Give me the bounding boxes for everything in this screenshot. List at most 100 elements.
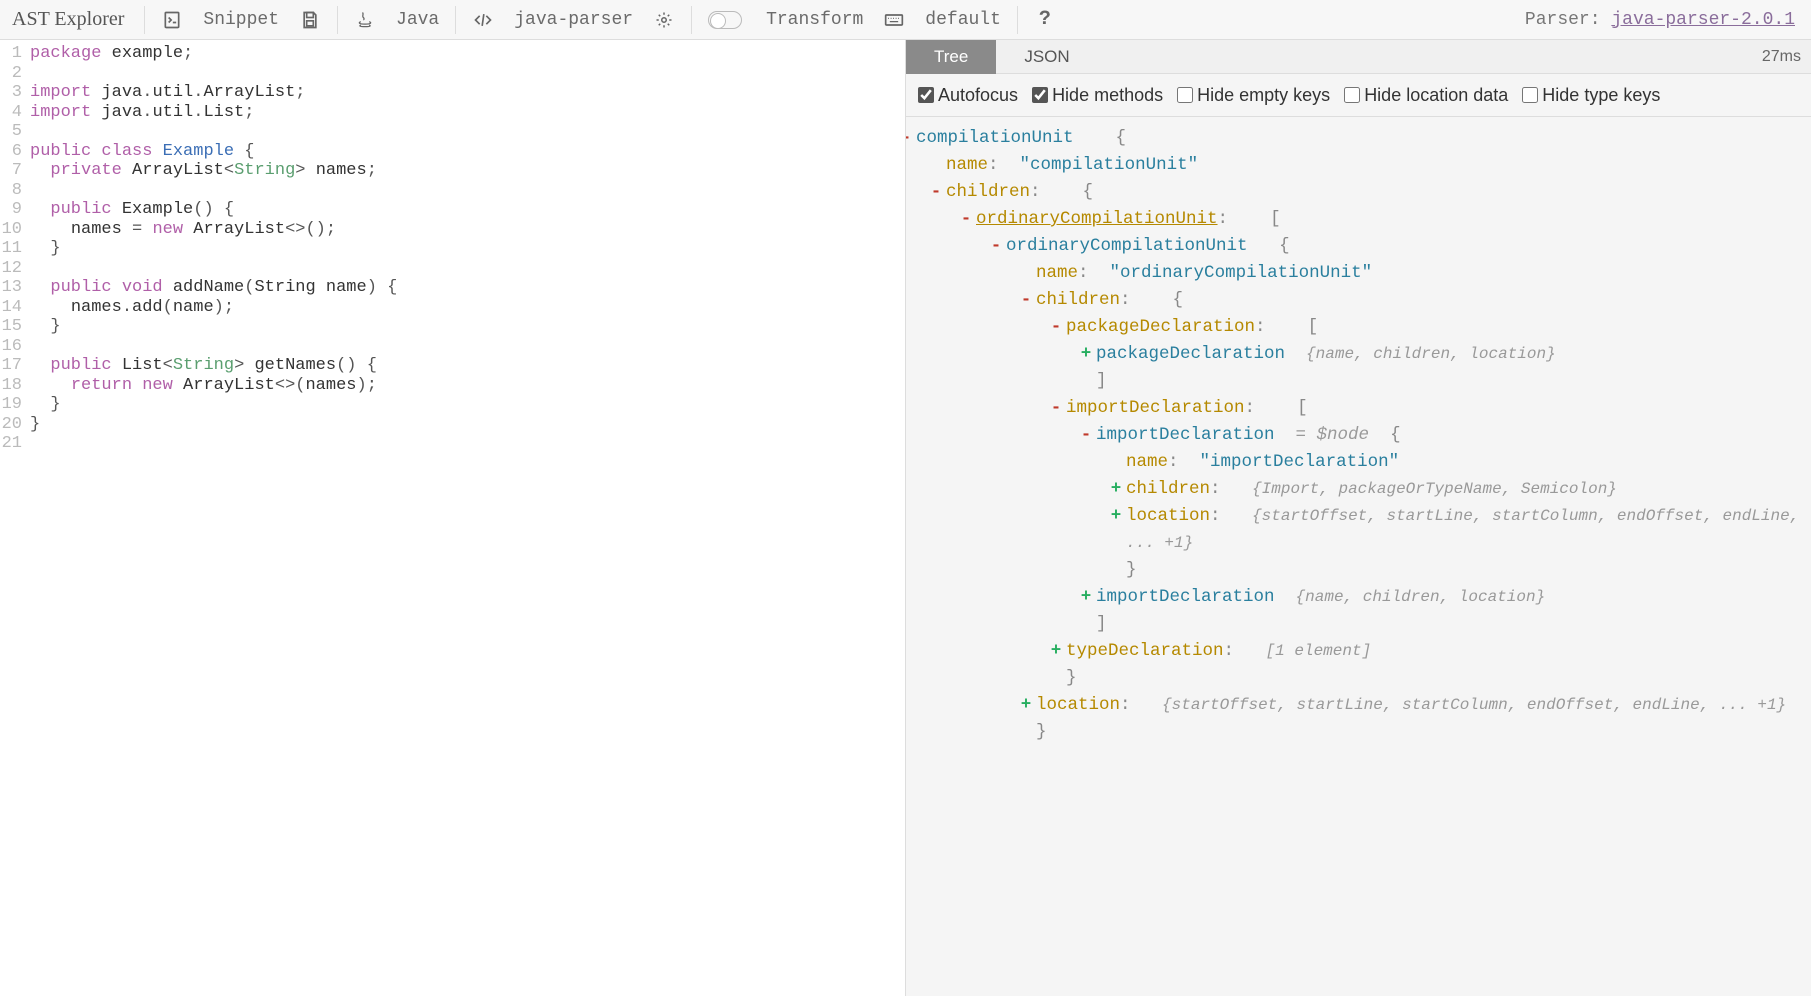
line-number: 16 — [0, 337, 30, 357]
transform-button[interactable]: Transform — [756, 0, 873, 40]
line-number: 11 — [0, 239, 30, 259]
ast-tree[interactable]: - compilationUnit { name: "compilationUn… — [906, 117, 1811, 766]
code-line[interactable]: 4import java.util.List; — [0, 103, 905, 123]
code-line[interactable]: 3import java.util.ArrayList; — [0, 83, 905, 103]
expand-toggle[interactable]: + — [1048, 638, 1064, 665]
code-line[interactable]: 17 public List<String> getNames() { — [0, 356, 905, 376]
line-number: 20 — [0, 415, 30, 435]
separator — [1017, 6, 1018, 34]
code-line[interactable]: 21 — [0, 434, 905, 454]
opt-hide-methods[interactable]: Hide methods — [1032, 82, 1163, 108]
code-line[interactable]: 2 — [0, 64, 905, 84]
line-number: 13 — [0, 278, 30, 298]
line-number: 12 — [0, 259, 30, 279]
line-number: 21 — [0, 434, 30, 454]
opt-hide-empty[interactable]: Hide empty keys — [1177, 82, 1330, 108]
code-line[interactable]: 1package example; — [0, 44, 905, 64]
collapse-toggle[interactable]: - — [906, 125, 914, 152]
collapse-toggle[interactable]: - — [1078, 422, 1094, 449]
code-line[interactable]: 16 — [0, 337, 905, 357]
opt-autofocus[interactable]: Autofocus — [918, 82, 1018, 108]
transform-toggle[interactable] — [698, 0, 756, 40]
code-line[interactable]: 5 — [0, 122, 905, 142]
line-number: 1 — [0, 44, 30, 64]
expand-toggle[interactable]: + — [1078, 341, 1094, 368]
opt-hide-type[interactable]: Hide type keys — [1522, 82, 1660, 108]
code-line[interactable]: 14 names.add(name); — [0, 298, 905, 318]
parser-settings-icon[interactable] — [643, 0, 685, 40]
tree-node[interactable]: packageDeclaration — [1096, 344, 1285, 364]
code-line[interactable]: 7 private ArrayList<String> names; — [0, 161, 905, 181]
tree-key: children — [946, 182, 1030, 202]
separator — [691, 6, 692, 34]
collapse-toggle[interactable]: - — [928, 179, 944, 206]
tree-key: location — [1126, 506, 1210, 526]
code-line[interactable]: 9 public Example() { — [0, 200, 905, 220]
code-editor[interactable]: 1package example;23import java.util.Arra… — [0, 40, 906, 996]
code-line[interactable]: 18 return new ArrayList<>(names); — [0, 376, 905, 396]
code-line[interactable]: 20} — [0, 415, 905, 435]
tree-key: name — [1036, 263, 1078, 283]
save-icon[interactable] — [289, 0, 331, 40]
code-line[interactable]: 6public class Example { — [0, 142, 905, 162]
ast-panel: Tree JSON 27ms Autofocus Hide methods Hi… — [906, 40, 1811, 996]
code-line[interactable]: 13 public void addName(String name) { — [0, 278, 905, 298]
parser-info: Parser: java-parser-2.0.1 — [1525, 10, 1803, 30]
tree-hint: {name, children, location} — [1306, 345, 1556, 363]
preset-button[interactable]: default — [915, 0, 1011, 40]
code-line[interactable]: 8 — [0, 181, 905, 201]
main-split: 1package example;23import java.util.Arra… — [0, 40, 1811, 996]
tree-value: "compilationUnit" — [1020, 155, 1199, 175]
tree-node[interactable]: importDeclaration — [1096, 587, 1275, 607]
app-logo[interactable]: AST Explorer — [8, 8, 138, 31]
separator — [455, 6, 456, 34]
parser-version-link[interactable]: java-parser-2.0.1 — [1611, 10, 1795, 30]
line-number: 2 — [0, 64, 30, 84]
code-line[interactable]: 11 } — [0, 239, 905, 259]
tree-node[interactable]: compilationUnit — [916, 128, 1074, 148]
tree-key: importDeclaration — [1066, 398, 1245, 418]
tree-node[interactable]: ordinaryCompilationUnit — [1006, 236, 1248, 256]
separator — [337, 6, 338, 34]
tree-key-link[interactable]: ordinaryCompilationUnit — [976, 209, 1218, 229]
tree-key: packageDeclaration — [1066, 317, 1255, 337]
snippet-icon[interactable] — [151, 0, 193, 40]
java-logo-icon[interactable] — [344, 0, 386, 40]
tree-hint: [1 element] — [1266, 642, 1372, 660]
line-number: 10 — [0, 220, 30, 240]
tree-hint: {name, children, location} — [1296, 588, 1546, 606]
help-icon[interactable]: ? — [1024, 0, 1066, 40]
code-line[interactable]: 12 — [0, 259, 905, 279]
tree-node[interactable]: importDeclaration — [1096, 425, 1275, 445]
line-number: 15 — [0, 317, 30, 337]
collapse-toggle[interactable]: - — [1048, 314, 1064, 341]
tree-value: "importDeclaration" — [1200, 452, 1400, 472]
output-tabs: Tree JSON 27ms — [906, 40, 1811, 74]
expand-toggle[interactable]: + — [1108, 503, 1124, 530]
line-number: 9 — [0, 200, 30, 220]
expand-toggle[interactable]: + — [1018, 692, 1034, 719]
expand-toggle[interactable]: + — [1078, 584, 1094, 611]
parser-button[interactable]: java-parser — [504, 0, 643, 40]
line-number: 3 — [0, 83, 30, 103]
collapse-toggle[interactable]: - — [958, 206, 974, 233]
parse-timing: 27ms — [1752, 48, 1811, 66]
language-button[interactable]: Java — [386, 0, 449, 40]
collapse-toggle[interactable]: - — [1048, 395, 1064, 422]
tab-json[interactable]: JSON — [996, 40, 1097, 74]
snippet-button[interactable]: Snippet — [193, 0, 289, 40]
separator — [144, 6, 145, 34]
tree-value: "ordinaryCompilationUnit" — [1110, 263, 1373, 283]
collapse-toggle[interactable]: - — [988, 233, 1004, 260]
opt-hide-location[interactable]: Hide location data — [1344, 82, 1508, 108]
code-icon[interactable] — [462, 0, 504, 40]
collapse-toggle[interactable]: - — [1018, 287, 1034, 314]
tree-key: children — [1126, 479, 1210, 499]
code-line[interactable]: 19 } — [0, 395, 905, 415]
code-line[interactable]: 15 } — [0, 317, 905, 337]
expand-toggle[interactable]: + — [1108, 476, 1124, 503]
line-number: 14 — [0, 298, 30, 318]
tab-tree[interactable]: Tree — [906, 40, 996, 74]
keyboard-icon[interactable] — [873, 0, 915, 40]
code-line[interactable]: 10 names = new ArrayList<>(); — [0, 220, 905, 240]
